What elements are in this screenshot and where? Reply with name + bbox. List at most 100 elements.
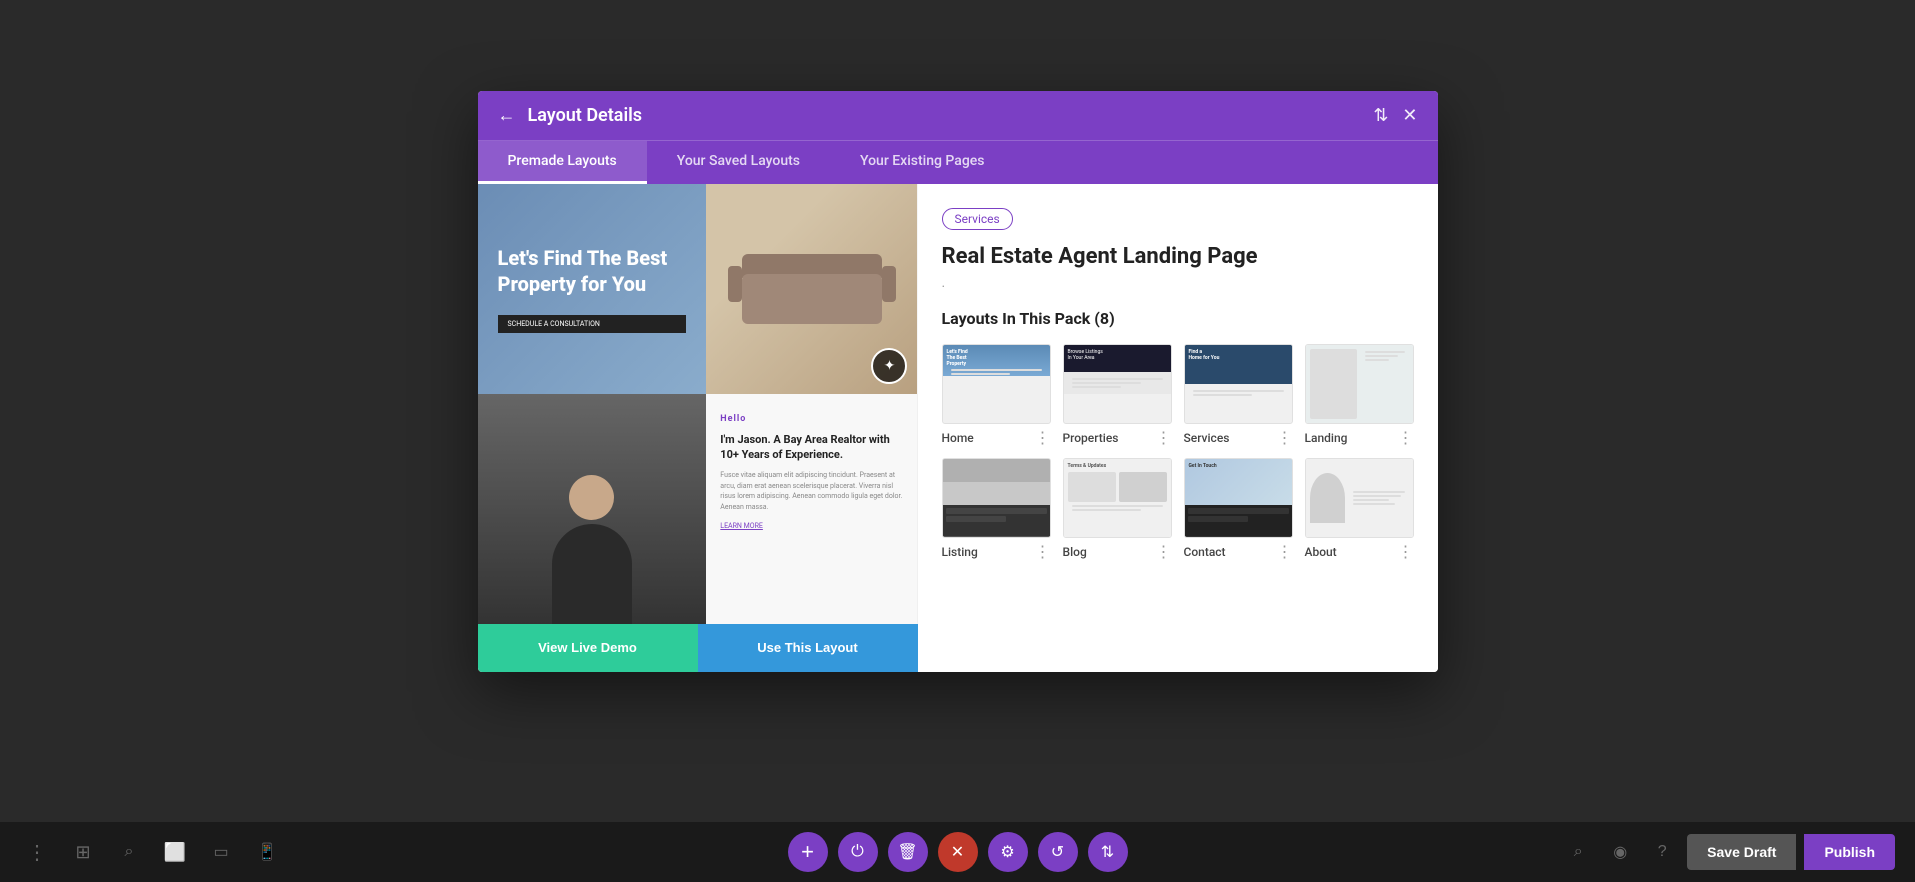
list-item: Listing ⋮ (942, 458, 1051, 560)
hello-tag: Hello (720, 414, 903, 424)
tab-saved-layouts[interactable]: Your Saved Layouts (647, 141, 830, 184)
pack-title: Layouts In This Pack (8) (942, 309, 1414, 328)
modal-overlay: ← Layout Details ⇅ ✕ Premade Layouts You… (0, 0, 1915, 822)
layout-menu-icon[interactable]: ⋮ (1035, 544, 1051, 560)
info-panel: Services Real Estate Agent Landing Page … (918, 184, 1438, 672)
layout-label-row: Services ⋮ (1184, 430, 1293, 446)
layout-label: About (1305, 545, 1337, 559)
layout-menu-icon[interactable]: ⋮ (1277, 430, 1293, 446)
preview-person (478, 394, 707, 624)
layout-menu-icon[interactable]: ⋮ (1398, 430, 1414, 446)
list-item: Find aHome for You Services ⋮ (1184, 344, 1293, 446)
layout-details-modal: ← Layout Details ⇅ ✕ Premade Layouts You… (478, 91, 1438, 672)
tab-premade-layouts[interactable]: Premade Layouts (478, 141, 647, 184)
search-icon-btn[interactable]: ⌕ (1561, 835, 1595, 869)
thumb-services[interactable]: Find aHome for You (1184, 344, 1293, 424)
toolbar-right: ⌕ ◉ ? Save Draft Publish (1561, 834, 1895, 870)
list-item: Let's FindThe BestProperty Home ⋮ (942, 344, 1051, 446)
layout-label-row: Blog ⋮ (1063, 544, 1172, 560)
list-item: About ⋮ (1305, 458, 1414, 560)
layout-title: Real Estate Agent Landing Page (942, 244, 1414, 269)
modal-body: Let's Find The Best Property for You SCH… (478, 184, 1438, 672)
grid-view-button[interactable]: ⊞ (66, 835, 100, 869)
layout-label-row: Home ⋮ (942, 430, 1051, 446)
layouts-grid: Let's FindThe BestProperty Home ⋮ (942, 344, 1414, 560)
tablet-view-button[interactable]: ▭ (204, 835, 238, 869)
layout-menu-icon[interactable]: ⋮ (1277, 544, 1293, 560)
publish-button[interactable]: Publish (1804, 834, 1895, 870)
preview-text-col: Hello I'm Jason. A Bay Area Realtor with… (706, 394, 917, 624)
modal-title: Layout Details (528, 105, 643, 126)
toolbar-center: + ⏻ 🗑 ✕ ⚙ ↺ ⇅ (788, 832, 1128, 872)
preview-content: Let's Find The Best Property for You SCH… (478, 184, 918, 624)
preview-left-blue: Let's Find The Best Property for You SCH… (478, 184, 707, 394)
history-button[interactable]: ↺ (1038, 832, 1078, 872)
layout-label: Contact (1184, 545, 1226, 559)
agent-text: I'm Jason. A Bay Area Realtor with 10+ Y… (720, 432, 903, 463)
close-button[interactable]: ✕ (938, 832, 978, 872)
add-button[interactable]: + (788, 832, 828, 872)
layout-label-row: Landing ⋮ (1305, 430, 1414, 446)
layout-label-row: About ⋮ (1305, 544, 1414, 560)
layout-label: Home (942, 431, 974, 445)
trash-button[interactable]: 🗑 (888, 832, 928, 872)
layout-menu-icon[interactable]: ⋮ (1398, 544, 1414, 560)
adjust-button[interactable]: ⇅ (1088, 832, 1128, 872)
list-item: Terms & Updates Blog ⋮ (1063, 458, 1172, 560)
thumb-contact[interactable]: Get In Touch (1184, 458, 1293, 538)
preview-right-image: ✦ (706, 184, 917, 394)
sort-icon[interactable]: ⇅ (1373, 105, 1388, 126)
tab-existing-pages[interactable]: Your Existing Pages (830, 141, 1014, 184)
modal-header-right: ⇅ ✕ (1373, 105, 1417, 126)
thumb-blog[interactable]: Terms & Updates (1063, 458, 1172, 538)
layout-dot: . (942, 275, 1414, 291)
sofa-body (742, 274, 882, 324)
layout-label-row: Listing ⋮ (942, 544, 1051, 560)
layout-menu-icon[interactable]: ⋮ (1156, 544, 1172, 560)
preview-panel: Let's Find The Best Property for You SCH… (478, 184, 918, 672)
thumb-properties[interactable]: Browse ListingsIn Your Area (1063, 344, 1172, 424)
agent-description: Fusce vitae aliquam elit adipiscing tinc… (720, 470, 903, 512)
list-item: Landing ⋮ (1305, 344, 1414, 446)
thumb-about[interactable] (1305, 458, 1414, 538)
desktop-view-button[interactable]: ⬜ (158, 835, 192, 869)
power-button[interactable]: ⏻ (838, 832, 878, 872)
divi-icon-btn[interactable]: ◉ (1603, 835, 1637, 869)
head-circle (569, 475, 614, 520)
layout-label-row: Properties ⋮ (1063, 430, 1172, 446)
modal-tabs: Premade Layouts Your Saved Layouts Your … (478, 140, 1438, 184)
use-this-layout-button[interactable]: Use This Layout (698, 624, 918, 672)
layout-menu-icon[interactable]: ⋮ (1156, 430, 1172, 446)
view-live-demo-button[interactable]: View Live Demo (478, 624, 698, 672)
learn-more-link[interactable]: LEARN MORE (720, 522, 763, 530)
preview-headline: Let's Find The Best Property for You (498, 245, 687, 297)
help-icon-btn[interactable]: ? (1645, 835, 1679, 869)
preview-bottom: Hello I'm Jason. A Bay Area Realtor with… (478, 394, 918, 624)
thumb-listing[interactable] (942, 458, 1051, 538)
close-modal-icon[interactable]: ✕ (1402, 105, 1417, 126)
save-draft-button[interactable]: Save Draft (1687, 834, 1796, 870)
layout-label: Listing (942, 545, 978, 559)
back-arrow-icon[interactable]: ← (498, 105, 516, 126)
thumb-landing[interactable] (1305, 344, 1414, 424)
layout-label-row: Contact ⋮ (1184, 544, 1293, 560)
badge-circle: ✦ (871, 348, 907, 384)
layout-label: Landing (1305, 431, 1348, 445)
search-button[interactable]: ⌕ (112, 835, 146, 869)
layout-menu-icon[interactable]: ⋮ (1035, 430, 1051, 446)
thumb-home[interactable]: Let's FindThe BestProperty (942, 344, 1051, 424)
schedule-btn[interactable]: SCHEDULE A CONSULTATION (498, 315, 687, 333)
layout-label: Properties (1063, 431, 1119, 445)
preview-buttons: View Live Demo Use This Layout (478, 624, 918, 672)
category-badge: Services (942, 208, 1013, 230)
modal-header-left: ← Layout Details (498, 105, 643, 126)
mobile-view-button[interactable]: 📱 (250, 835, 284, 869)
sofa-arm-left (728, 266, 742, 302)
layout-label: Services (1184, 431, 1230, 445)
body-shape (552, 524, 632, 624)
dots-menu-button[interactable]: ⋮ (20, 835, 54, 869)
list-item: Get In Touch Contact ⋮ (1184, 458, 1293, 560)
layout-label: Blog (1063, 545, 1087, 559)
settings-button[interactable]: ⚙ (988, 832, 1028, 872)
list-item: Browse ListingsIn Your Area Properties ⋮ (1063, 344, 1172, 446)
